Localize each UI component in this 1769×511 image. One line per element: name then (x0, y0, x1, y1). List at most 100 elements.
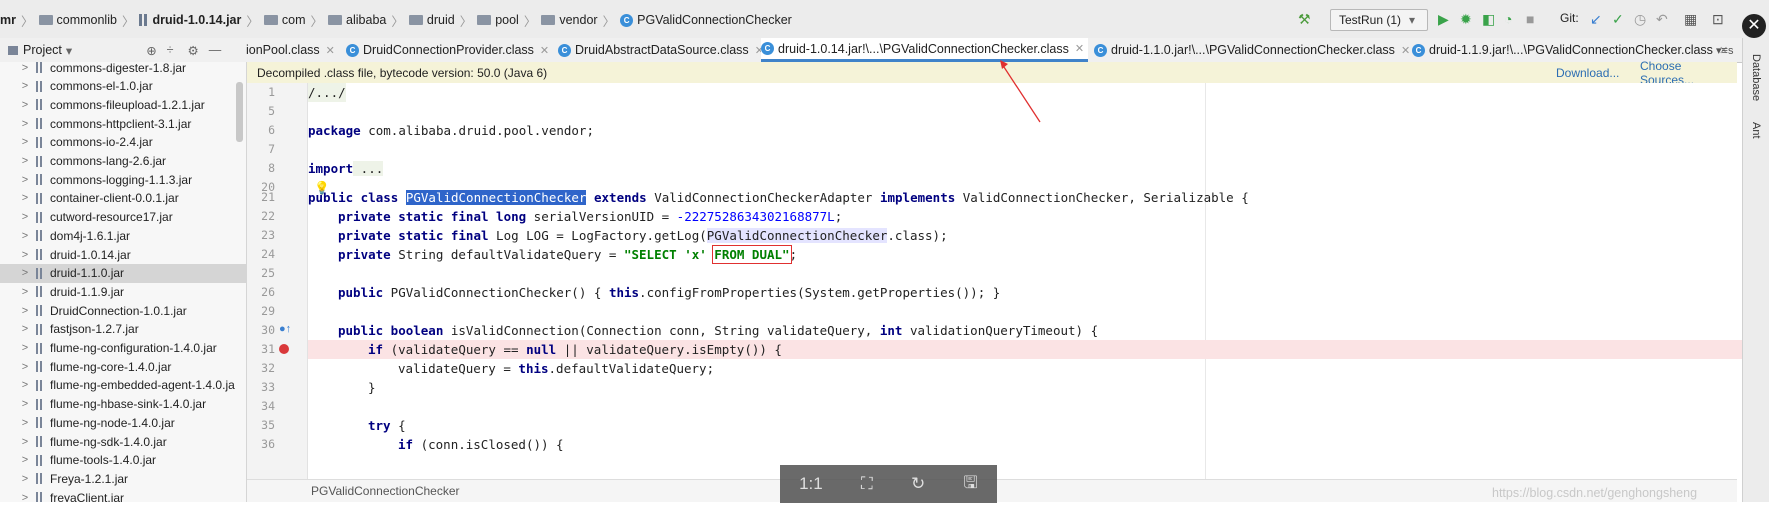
chevron-right-icon[interactable]: > (14, 398, 36, 410)
sidebar-item[interactable]: > flume-ng-sdk-1.4.0.jar (0, 432, 246, 451)
chevron-right-icon[interactable]: > (14, 267, 36, 279)
tab-item[interactable]: ionPool.class ✕ (246, 38, 335, 62)
ant-tool-button[interactable]: Ant (1750, 122, 1762, 139)
git-commit-icon[interactable]: ✓ (1612, 11, 1624, 28)
chevron-right-icon[interactable]: > (14, 174, 36, 186)
folded-imports[interactable]: ... (353, 161, 384, 176)
close-icon[interactable]: ✕ (1742, 14, 1766, 38)
sidebar-item[interactable]: > commons-lang-2.6.jar (0, 152, 246, 171)
tab-item[interactable]: C DruidConnectionProvider.class ✕ (346, 38, 549, 62)
chevron-right-icon[interactable]: > (14, 379, 36, 391)
git-update-icon[interactable]: ↙ (1590, 11, 1602, 28)
chevron-right-icon[interactable]: > (14, 454, 36, 466)
sidebar-item[interactable]: > druid-1.1.0.jar (0, 263, 246, 283)
chevron-right-icon[interactable]: > (14, 155, 36, 167)
code-line[interactable]: public class PGValidConnectionChecker ex… (308, 188, 1742, 207)
chevron-right-icon[interactable]: > (14, 492, 36, 502)
chevron-right-icon[interactable]: > (14, 99, 36, 111)
close-icon[interactable]: ✕ (1075, 42, 1084, 55)
sidebar-item[interactable]: > flume-ng-core-1.4.0.jar (0, 357, 246, 376)
chevron-right-icon[interactable]: > (14, 249, 36, 261)
sidebar-item[interactable]: > druid-1.1.9.jar (0, 282, 246, 301)
sidebar-item[interactable]: > commons-httpclient-3.1.jar (0, 114, 246, 133)
tab-item-active[interactable]: Cdruid-1.0.14.jar!\...\PGValidConnection… (761, 38, 1089, 62)
code-line[interactable]: private static final long serialVersionU… (308, 207, 1742, 226)
sidebar-item[interactable]: > commons-fileupload-1.2.1.jar (0, 95, 246, 114)
project-panel-title[interactable]: Project (23, 43, 62, 57)
code-line-breakpoint[interactable]: if (validateQuery == null || validateQue… (308, 340, 1742, 359)
project-structure-icon[interactable]: ▦ (1684, 11, 1697, 28)
close-icon[interactable]: ✕ (326, 44, 335, 57)
chevron-right-icon[interactable]: > (14, 136, 36, 148)
sidebar-item[interactable]: > commons-logging-1.1.3.jar (0, 170, 246, 189)
code-line[interactable]: try { (308, 416, 1742, 435)
breadcrumb-label[interactable]: vendor (559, 13, 597, 27)
fit-screen-icon[interactable]: ⛶ (861, 474, 873, 494)
history-icon[interactable]: ◷ (1634, 11, 1646, 28)
chevron-right-icon[interactable]: > (14, 286, 36, 298)
editor-gutter[interactable]: 1 5 6 7 8 20 21 22 23 24 25 26 29 30 31 32 33 34 35 36 ●↑ (247, 83, 308, 479)
close-icon[interactable]: ✕ (1401, 44, 1410, 57)
folded-region[interactable]: /.../ (308, 83, 346, 102)
actual-size-button[interactable]: 1:1 (799, 474, 823, 494)
database-tool-button[interactable]: Database (1750, 54, 1762, 101)
code-line[interactable]: if (conn.isClosed()) { (308, 435, 1742, 454)
sidebar-item[interactable]: > commons-digester-1.8.jar (0, 62, 246, 77)
breadcrumb-item[interactable]: vendor 〉 (541, 11, 620, 30)
code-line[interactable]: validateQuery = this.defaultValidateQuer… (308, 359, 1742, 378)
sidebar-item[interactable]: > Freya-1.2.1.jar (0, 469, 246, 488)
rollback-icon[interactable]: ↶ (1656, 11, 1668, 28)
code-line[interactable]: private static final Log LOG = LogFactor… (308, 226, 1742, 245)
breadcrumb-label[interactable]: commonlib (57, 13, 117, 27)
breadcrumb-item[interactable]: druid 〉 (408, 11, 477, 30)
download-link[interactable]: Download... (1556, 66, 1619, 80)
sidebar-item[interactable]: > druid-1.0.14.jar (0, 245, 246, 264)
sidebar-item[interactable]: > container-client-0.0.1.jar (0, 189, 246, 208)
breadcrumb-label[interactable]: PGValidConnectionChecker (637, 13, 792, 27)
chevron-right-icon[interactable]: > (14, 417, 36, 429)
code-line[interactable]: import ... (308, 159, 1742, 178)
code-line[interactable]: public PGValidConnectionChecker() { this… (308, 283, 1742, 302)
breadcrumb-item[interactable]: druid-1.0.14.jar 〉 (139, 11, 263, 30)
rotate-icon[interactable]: ↻ (911, 474, 925, 494)
chevron-right-icon[interactable]: > (14, 436, 36, 448)
sidebar-item[interactable]: > commons-io-2.4.jar (0, 133, 246, 152)
sidebar-item[interactable]: > dom4j-1.6.1.jar (0, 226, 246, 245)
sidebar-item[interactable]: > fastjson-1.2.7.jar (0, 320, 246, 339)
code-editor[interactable]: /.../ package com.alibaba.druid.pool.ven… (308, 83, 1742, 479)
chevron-right-icon[interactable]: > (14, 192, 36, 204)
sidebar-item[interactable]: > DruidConnection-1.0.1.jar (0, 301, 246, 320)
sidebar-item[interactable]: > flume-ng-embedded-agent-1.4.0.ja (0, 376, 246, 395)
sidebar-item[interactable]: > flume-ng-node-1.4.0.jar (0, 413, 246, 432)
breadcrumb-label[interactable]: alibaba (346, 13, 386, 27)
breadcrumb-item[interactable]: commonlib 〉 (38, 11, 140, 30)
tab-item[interactable]: C DruidAbstractDataSource.class ✕ (558, 38, 764, 62)
code-line[interactable]: } (308, 378, 1742, 397)
breadcrumb-label[interactable]: com (282, 13, 306, 27)
debug-icon[interactable]: ✹ (1460, 11, 1472, 28)
chevron-right-icon[interactable]: > (14, 473, 36, 485)
sidebar-item[interactable]: > flume-ng-configuration-1.4.0.jar (0, 339, 246, 358)
coverage-icon[interactable]: ◧ (1482, 11, 1495, 28)
run-configuration-select[interactable]: TestRun (1) ▾ (1330, 9, 1428, 31)
code-line[interactable]: package com.alibaba.druid.pool.vendor; (308, 121, 1742, 140)
project-panel-header[interactable]: Project ▾ ⊕ ÷ ⚙ — (0, 38, 246, 62)
sidebar-item[interactable]: > freyaClient.jar (0, 488, 246, 502)
run-icon[interactable]: ▶ (1438, 11, 1449, 28)
chevron-right-icon[interactable]: > (14, 323, 36, 335)
footer-class-name[interactable]: PGValidConnectionChecker (311, 484, 460, 498)
code-line[interactable]: public boolean isValidConnection(Connect… (308, 321, 1742, 340)
gear-icon[interactable]: ⚙ (188, 43, 199, 58)
build-hammer-icon[interactable]: ⚒ (1298, 11, 1311, 28)
chevron-right-icon[interactable]: > (14, 361, 36, 373)
sidebar-scrollbar[interactable] (236, 82, 243, 142)
sidebar-item[interactable]: > flume-tools-1.4.0.jar (0, 451, 246, 470)
breadcrumb-item[interactable]: alibaba 〉 (328, 11, 409, 30)
collapse-icon[interactable]: ÷ (167, 43, 174, 57)
breadcrumb-item[interactable]: com 〉 (263, 11, 328, 30)
stop-icon[interactable]: ■ (1526, 11, 1534, 27)
breadcrumb-project[interactable]: mr (0, 13, 16, 27)
chevron-right-icon[interactable]: > (14, 62, 36, 74)
breadcrumb-label[interactable]: druid (427, 13, 455, 27)
code-line[interactable]: private String defaultValidateQuery = "S… (308, 245, 1742, 264)
